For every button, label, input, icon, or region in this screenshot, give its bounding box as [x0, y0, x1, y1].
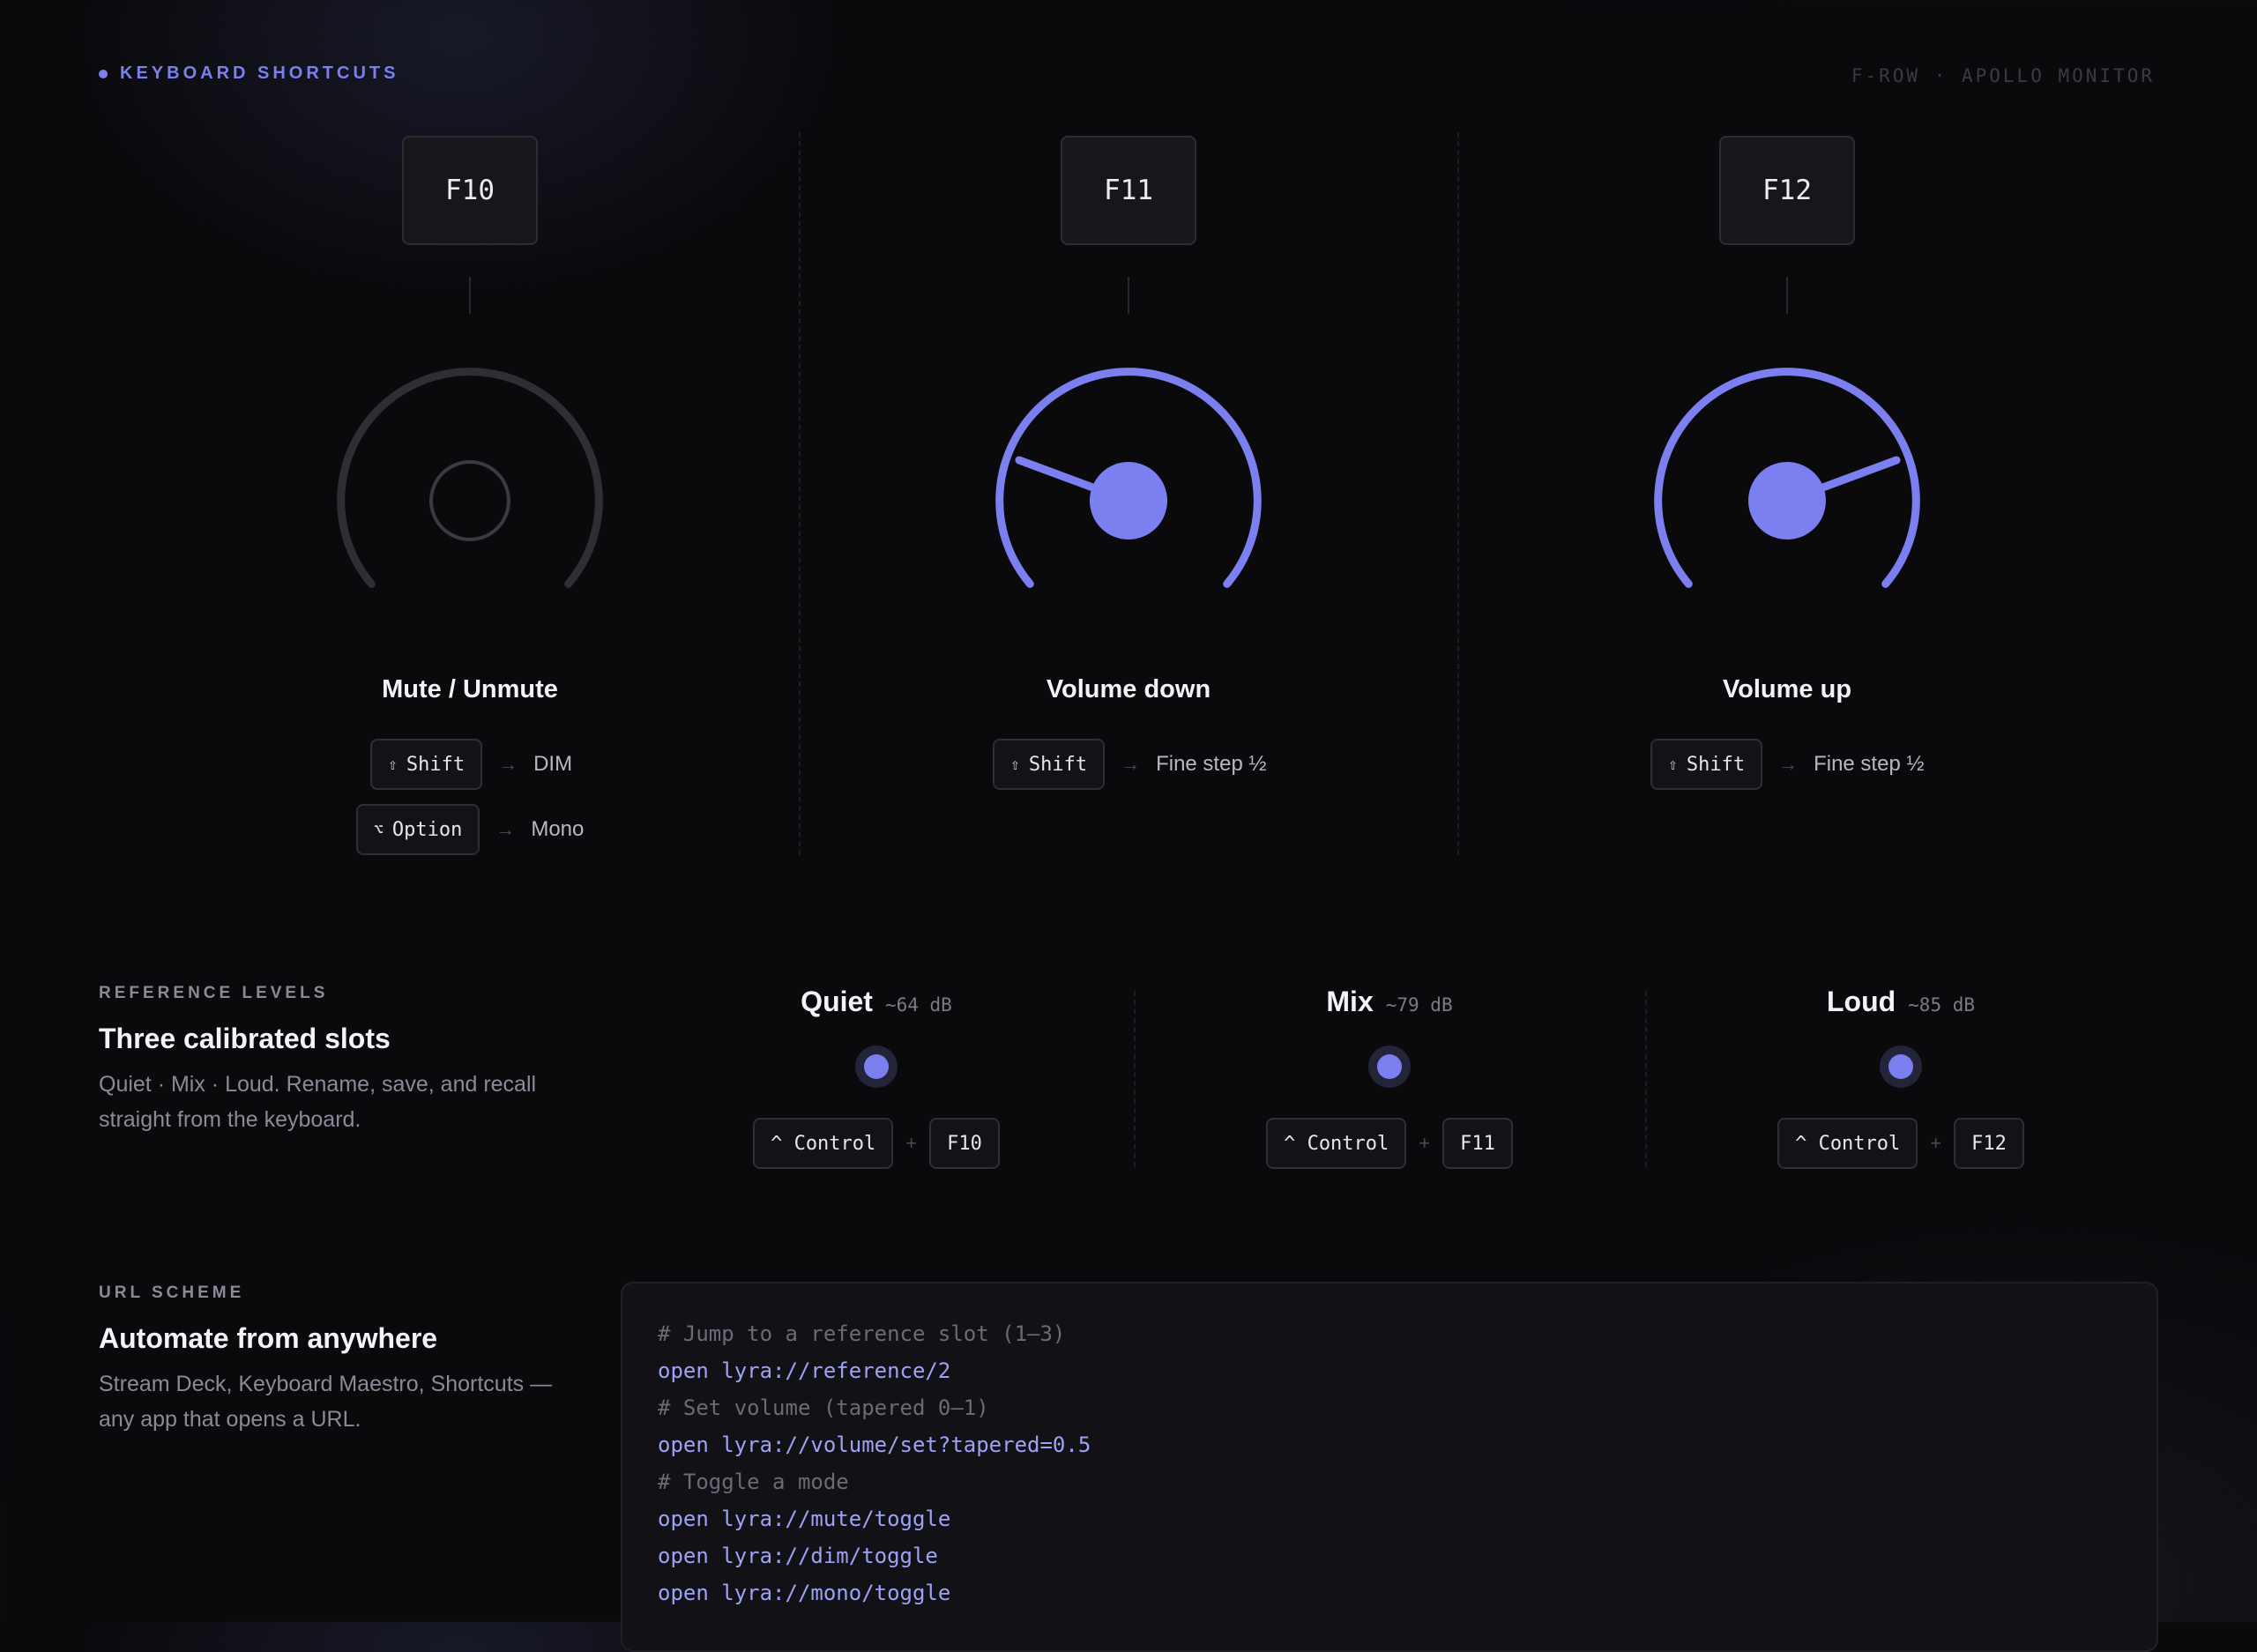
- option-icon: ⌥: [374, 820, 384, 839]
- reference-slot-quiet[interactable]: Quiet ~64 dB ^ Control + F10: [621, 986, 1132, 1171]
- modifier-result: Fine step ½: [1156, 752, 1267, 776]
- knob-arc: [337, 368, 603, 588]
- f12-key[interactable]: F12: [1719, 136, 1855, 245]
- slot-indicator: [1880, 1046, 1922, 1088]
- slot-header: Quiet ~64 dB: [621, 986, 1132, 1018]
- shortcut-title: Volume down: [1046, 675, 1211, 703]
- shift-key[interactable]: ⇧ Shift: [993, 739, 1106, 790]
- context-label: F-ROW · APOLLO MONITOR: [1851, 65, 2155, 86]
- code-comment: # Toggle a mode: [658, 1470, 849, 1494]
- slot-indicator: [855, 1046, 898, 1088]
- slot-header: Loud ~85 dB: [1645, 986, 2156, 1018]
- keycap-label: Shift: [1686, 753, 1746, 776]
- volume-down-knob[interactable]: [979, 351, 1278, 651]
- f11-key[interactable]: F11: [1442, 1118, 1513, 1169]
- modifier-row: ⌥ Option → Mono: [356, 804, 584, 855]
- volume-up-knob[interactable]: [1637, 351, 1937, 651]
- control-key[interactable]: ^ Control: [753, 1118, 894, 1169]
- reference-eyebrow: REFERENCE LEVELS: [99, 984, 329, 1002]
- slot-shortcut: ^ Control + F12: [1645, 1118, 2156, 1169]
- slot-name: Mix: [1326, 986, 1374, 1017]
- knob-center: [1090, 462, 1167, 540]
- option-key[interactable]: ⌥ Option: [356, 804, 480, 855]
- modifier-result: DIM: [533, 752, 573, 776]
- code-command: open lyra://mono/toggle: [658, 1581, 951, 1605]
- slot-level: ~64 dB: [884, 994, 952, 1016]
- reference-description: Quiet · Mix · Loud. Rename, save, and re…: [99, 1072, 537, 1132]
- control-key[interactable]: ^ Control: [1266, 1118, 1407, 1169]
- shortcut-f10: F10 Mute / Unmute ⇧ Shift → DIM ⌥ Option…: [140, 132, 800, 855]
- shift-icon: ⇧: [1668, 755, 1678, 774]
- mute-knob[interactable]: [320, 351, 620, 651]
- knob-center: [1748, 462, 1826, 540]
- f10-key[interactable]: F10: [402, 136, 538, 245]
- code-command: open lyra://mute/toggle: [658, 1507, 951, 1531]
- arrow-icon: →: [1778, 753, 1799, 775]
- shift-icon: ⇧: [1010, 755, 1020, 774]
- modifier-result: Mono: [531, 817, 585, 841]
- code-command: open lyra://volume/set?tapered=0.5: [658, 1432, 1091, 1457]
- control-key[interactable]: ^ Control: [1777, 1118, 1918, 1169]
- slot-name: Loud: [1826, 986, 1896, 1017]
- modifier-row: ⇧ Shift → Fine step ½: [1650, 739, 1924, 790]
- url-scheme-title: Automate from anywhere: [99, 1322, 438, 1354]
- shortcut-f11: F11 Volume down ⇧ Shift → Fine step ½: [799, 132, 1458, 855]
- slot-shortcut: ^ Control + F11: [1134, 1118, 1645, 1169]
- connector-line: [1786, 277, 1788, 314]
- arrow-icon: →: [498, 753, 518, 775]
- f10-key[interactable]: F10: [929, 1118, 1000, 1169]
- shortcut-title: Volume up: [1722, 675, 1852, 703]
- slot-indicator: [1368, 1046, 1411, 1088]
- keycap-label: Shift: [1028, 753, 1088, 776]
- shift-key[interactable]: ⇧ Shift: [1650, 739, 1763, 790]
- plus-icon: +: [1930, 1132, 1942, 1154]
- slot-indicator-dot: [1377, 1054, 1402, 1079]
- slot-level: ~79 dB: [1385, 994, 1453, 1016]
- knob-center-ring: [429, 460, 510, 541]
- section-header: KEYBOARD SHORTCUTS: [99, 63, 399, 84]
- plus-icon: +: [1419, 1132, 1431, 1154]
- f12-key[interactable]: F12: [1954, 1118, 2024, 1169]
- reference-title: Three calibrated slots: [99, 1023, 391, 1054]
- reference-slot-mix[interactable]: Mix ~79 dB ^ Control + F11: [1134, 986, 1645, 1171]
- code-comment: # Jump to a reference slot (1–3): [658, 1321, 1066, 1346]
- shortcut-title: Mute / Unmute: [382, 675, 558, 703]
- slot-indicator-dot: [864, 1054, 889, 1079]
- code-block[interactable]: # Jump to a reference slot (1–3) open ly…: [621, 1282, 2158, 1652]
- modifier-row: ⇧ Shift → Fine step ½: [993, 739, 1266, 790]
- shift-key[interactable]: ⇧ Shift: [370, 739, 483, 790]
- connector-line: [1128, 277, 1129, 314]
- reference-slot-loud[interactable]: Loud ~85 dB ^ Control + F12: [1645, 986, 2156, 1171]
- keycap-label: Option: [391, 818, 463, 841]
- slot-shortcut: ^ Control + F10: [621, 1118, 1132, 1169]
- arrow-icon: →: [495, 818, 516, 840]
- slot-name: Quiet: [801, 986, 873, 1017]
- modifier-result: Fine step ½: [1814, 752, 1925, 776]
- header-dot-icon: [99, 69, 108, 78]
- keycap-label: Shift: [406, 753, 466, 776]
- code-command: open lyra://reference/2: [658, 1358, 951, 1383]
- shift-icon: ⇧: [388, 755, 398, 774]
- slot-header: Mix ~79 dB: [1134, 986, 1645, 1018]
- slot-indicator-dot: [1888, 1054, 1913, 1079]
- section-label: KEYBOARD SHORTCUTS: [120, 63, 399, 83]
- slot-level: ~85 dB: [1908, 994, 1976, 1016]
- arrow-icon: →: [1121, 753, 1141, 775]
- modifier-row: ⇧ Shift → DIM: [370, 739, 572, 790]
- shortcut-f12: F12 Volume up ⇧ Shift → Fine step ½: [1457, 132, 2117, 855]
- code-comment: # Set volume (tapered 0–1): [658, 1395, 989, 1420]
- connector-line: [469, 277, 471, 314]
- plus-icon: +: [905, 1132, 918, 1154]
- url-scheme-description: Stream Deck, Keyboard Maestro, Shortcuts…: [99, 1372, 553, 1432]
- f11-key[interactable]: F11: [1061, 136, 1196, 245]
- url-scheme-eyebrow: URL SCHEME: [99, 1284, 245, 1302]
- code-command: open lyra://dim/toggle: [658, 1544, 938, 1568]
